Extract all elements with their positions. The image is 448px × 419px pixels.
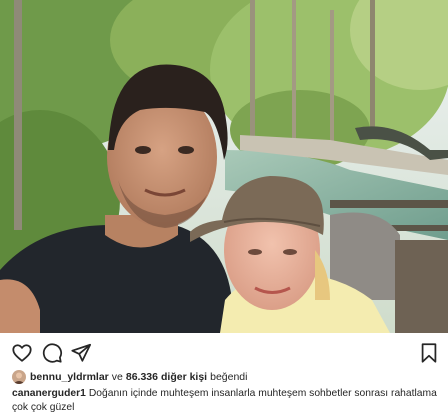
share-button[interactable] — [70, 342, 92, 364]
avatar-image — [12, 370, 26, 384]
heart-icon — [12, 344, 32, 362]
other-likes-count[interactable]: 86.336 — [126, 371, 158, 383]
post-photo-illustration — [0, 0, 448, 333]
comment-button[interactable] — [41, 342, 63, 364]
post-photo[interactable] — [0, 0, 448, 333]
other-likes-label[interactable]: diğer kişi — [161, 371, 207, 383]
post-action-bar — [0, 333, 448, 371]
paper-plane-icon — [71, 343, 92, 362]
liker-avatar[interactable] — [12, 370, 26, 384]
caption-username[interactable]: cananerguder1 — [12, 388, 86, 399]
liker-username[interactable]: bennu_yldrmlar — [30, 371, 109, 383]
likes-suffix: beğendi — [210, 371, 248, 383]
bookmark-icon — [421, 343, 437, 363]
post-caption: cananerguder1 Doğanın içinde muhteşem ins… — [12, 387, 440, 415]
like-button[interactable] — [11, 342, 33, 364]
save-button[interactable] — [418, 342, 440, 364]
likes-joiner: ve — [111, 371, 123, 383]
likes-summary: bennu_yldrmlar ve 86.336 diğer kişi beğe… — [12, 369, 247, 385]
comment-bubble-icon — [42, 343, 63, 363]
